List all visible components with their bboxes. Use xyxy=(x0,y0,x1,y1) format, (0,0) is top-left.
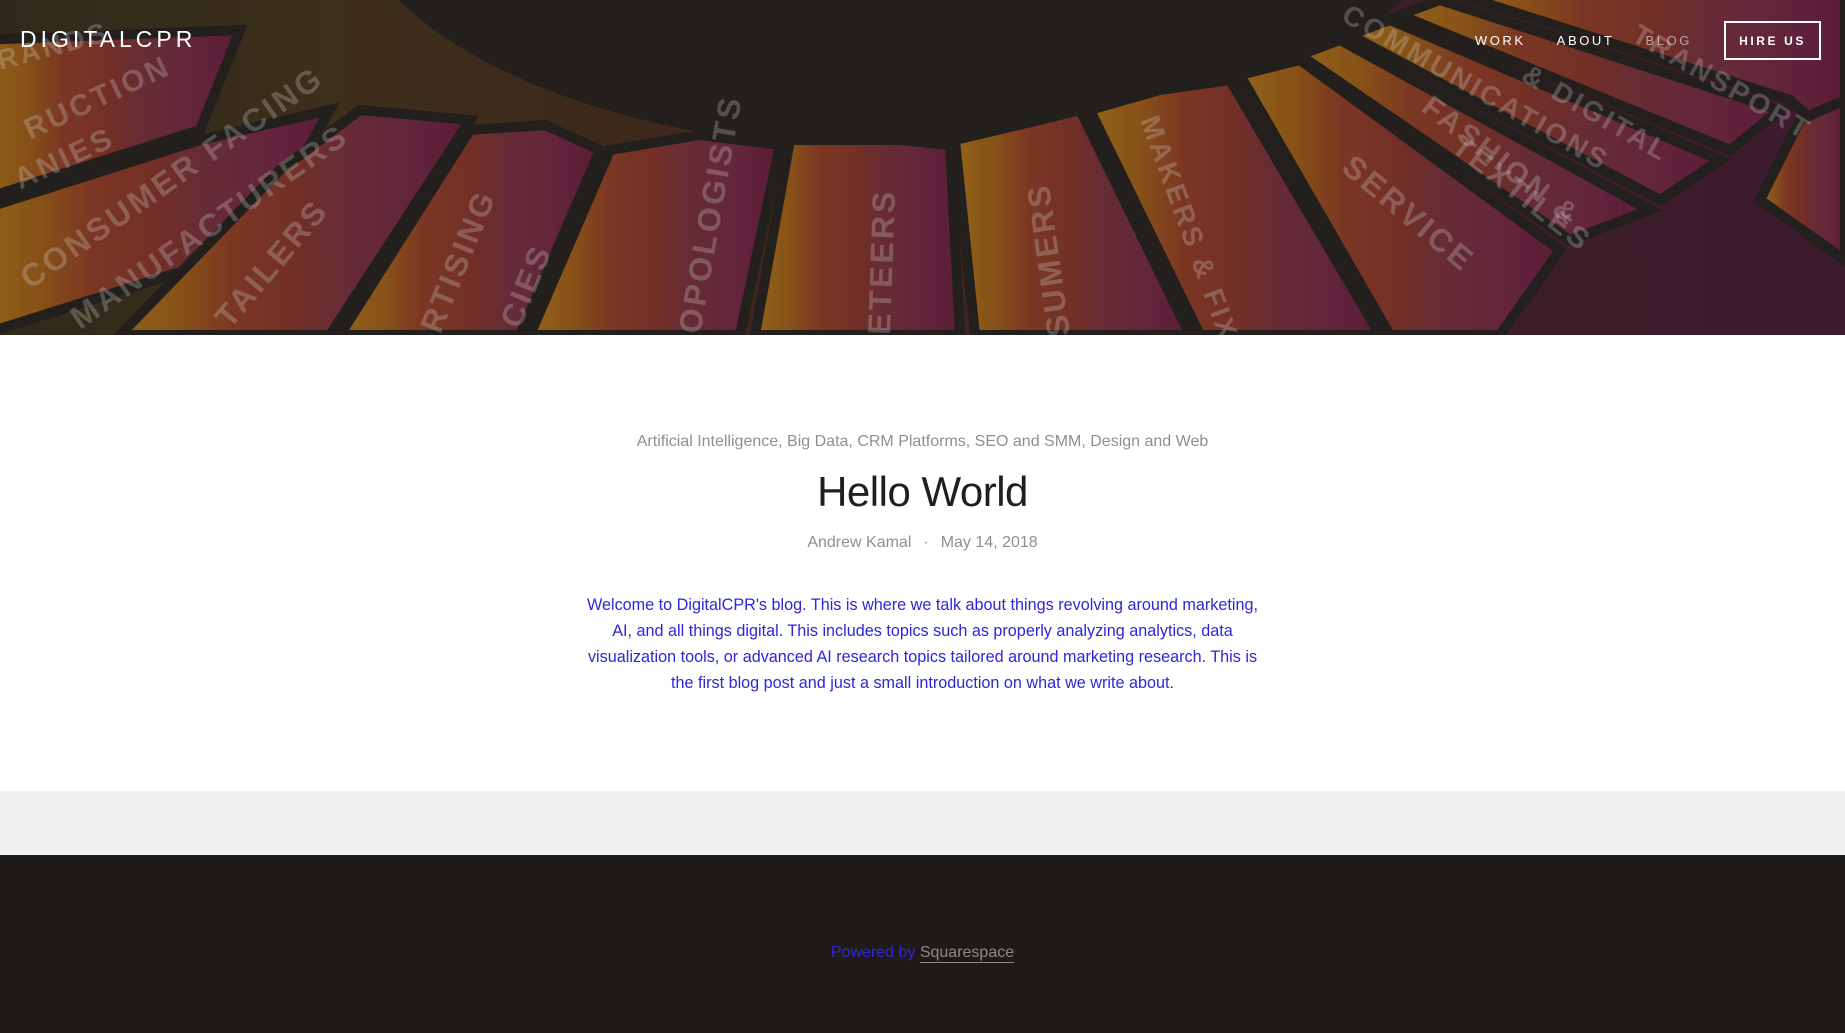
post-author[interactable]: Andrew Kamal xyxy=(807,534,911,551)
category-separator: , xyxy=(1081,433,1091,450)
category-link[interactable]: Big Data xyxy=(787,433,848,450)
meta-separator: · xyxy=(923,534,929,551)
post-categories: Artificial Intelligence, Big Data, CRM P… xyxy=(0,433,1845,451)
powered-by: Powered by Squarespace xyxy=(0,944,1845,963)
main-nav: WORK ABOUT BLOG xyxy=(1475,34,1692,48)
post-body: Welcome to DigitalCPR's blog. This is wh… xyxy=(587,596,1258,692)
category-separator: , xyxy=(848,433,858,450)
hire-us-button[interactable]: HIRE US xyxy=(1724,21,1821,60)
blog-post: Artificial Intelligence, Big Data, CRM P… xyxy=(0,335,1845,791)
nav-about[interactable]: ABOUT xyxy=(1557,34,1615,48)
hero-banner: RUCTION ANIES CONSUMER FACING MANUFACTUR… xyxy=(0,0,1845,335)
category-link[interactable]: Artificial Intelligence xyxy=(637,433,778,450)
site-logo[interactable]: DIGITALCPR xyxy=(20,26,196,53)
category-link[interactable]: Design and Web xyxy=(1090,433,1208,450)
category-separator: , xyxy=(965,433,975,450)
category-link[interactable]: CRM Platforms xyxy=(857,433,965,450)
squarespace-link[interactable]: Squarespace xyxy=(919,944,1015,963)
site-footer: Powered by Squarespace xyxy=(0,855,1845,1033)
post-meta: Andrew Kamal · May 14, 2018 xyxy=(0,534,1845,552)
post-title: Hello World xyxy=(817,468,1028,515)
hero-overlay xyxy=(0,0,1845,335)
powered-by-label: Powered by xyxy=(830,944,916,961)
pagination-strip xyxy=(0,791,1845,855)
nav-work[interactable]: WORK xyxy=(1475,34,1526,48)
category-link[interactable]: SEO and SMM xyxy=(975,433,1082,450)
nav-blog[interactable]: BLOG xyxy=(1645,34,1692,48)
category-separator: , xyxy=(778,433,788,450)
post-date[interactable]: May 14, 2018 xyxy=(941,534,1038,551)
